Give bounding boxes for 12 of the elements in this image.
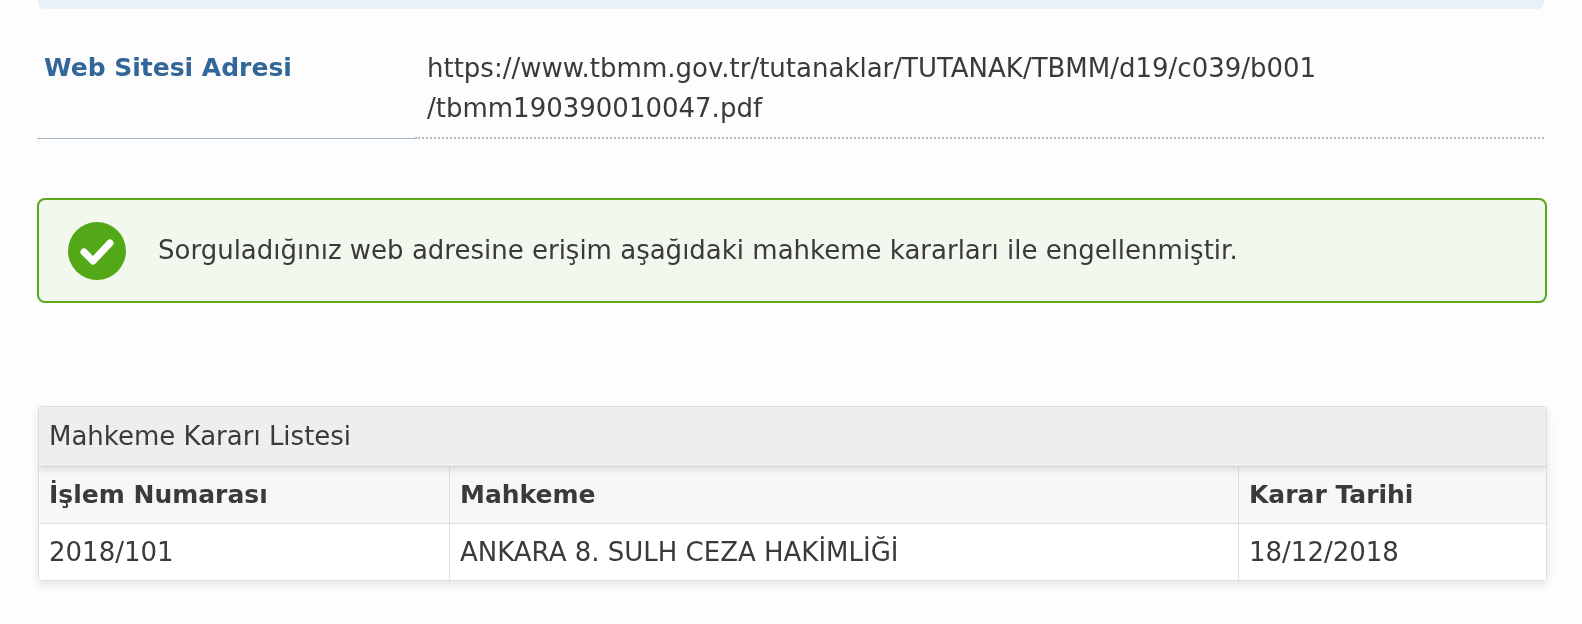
table-title: Mahkeme Kararı Listesi — [49, 420, 352, 453]
url-text: https://www.tbmm.gov.tr/tutanaklar/TUTANAK/TBMM/d19/c039/b001 — [427, 52, 1318, 85]
table-cell-text: 2018/101 — [48, 535, 175, 569]
column-header: İşlem Numarası — [48, 479, 269, 512]
column-header: Karar Tarihi — [1238, 467, 1546, 523]
check-circle-icon — [68, 221, 126, 280]
field-label: Web Sitesi Adresi — [44, 52, 293, 84]
table-cell: 18/12/2018 — [1238, 524, 1546, 580]
table-cell: ANKARA 8. SULH CEZA HAKİMLİĞİ — [449, 524, 1238, 580]
url-text: /tbmm190390010047.pdf — [427, 92, 764, 125]
alert-message: Sorguladığınız web adresine erişim aşağıdaki mahkeme kararları ile engellenmiştir. — [158, 234, 1238, 267]
column-header: Mahkeme — [449, 467, 1238, 523]
